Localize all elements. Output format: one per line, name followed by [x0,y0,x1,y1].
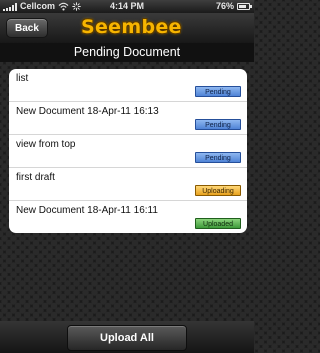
document-row[interactable]: view from top Pending [9,135,247,168]
status-badge: Uploaded [195,218,241,229]
document-name: list [16,73,29,84]
battery-icon [237,3,252,10]
document-name: first draft [16,172,55,183]
status-badge: Pending [195,119,241,130]
status-badge: Pending [195,86,241,97]
battery-percent: 76% [215,1,234,11]
nav-bar: Back Seembee [0,13,254,43]
document-name: New Document 18-Apr-11 16:11 [16,205,158,216]
upload-all-button[interactable]: Upload All [67,325,187,351]
back-button[interactable]: Back [6,18,48,38]
document-row[interactable]: New Document 18-Apr-11 16:13 Pending [9,102,247,135]
document-row[interactable]: New Document 18-Apr-11 16:11 Uploaded [9,201,247,233]
status-right: 76% [215,0,252,13]
seembee-logo: Seembee [81,16,182,38]
status-badge: Pending [195,152,241,163]
bottom-toolbar: Upload All [0,321,254,353]
document-row[interactable]: list Pending [9,69,247,102]
document-name: New Document 18-Apr-11 16:13 [16,106,159,117]
page-title: Pending Document [0,43,254,62]
document-list: list Pending New Document 18-Apr-11 16:13 P… [9,69,247,233]
battery-fill [239,5,246,8]
document-name: view from top [16,139,76,150]
status-bar: Cellcom 4:14 PM 76% [0,0,254,13]
document-row[interactable]: first draft Uploading [9,168,247,201]
status-badge: Uploading [195,185,241,196]
